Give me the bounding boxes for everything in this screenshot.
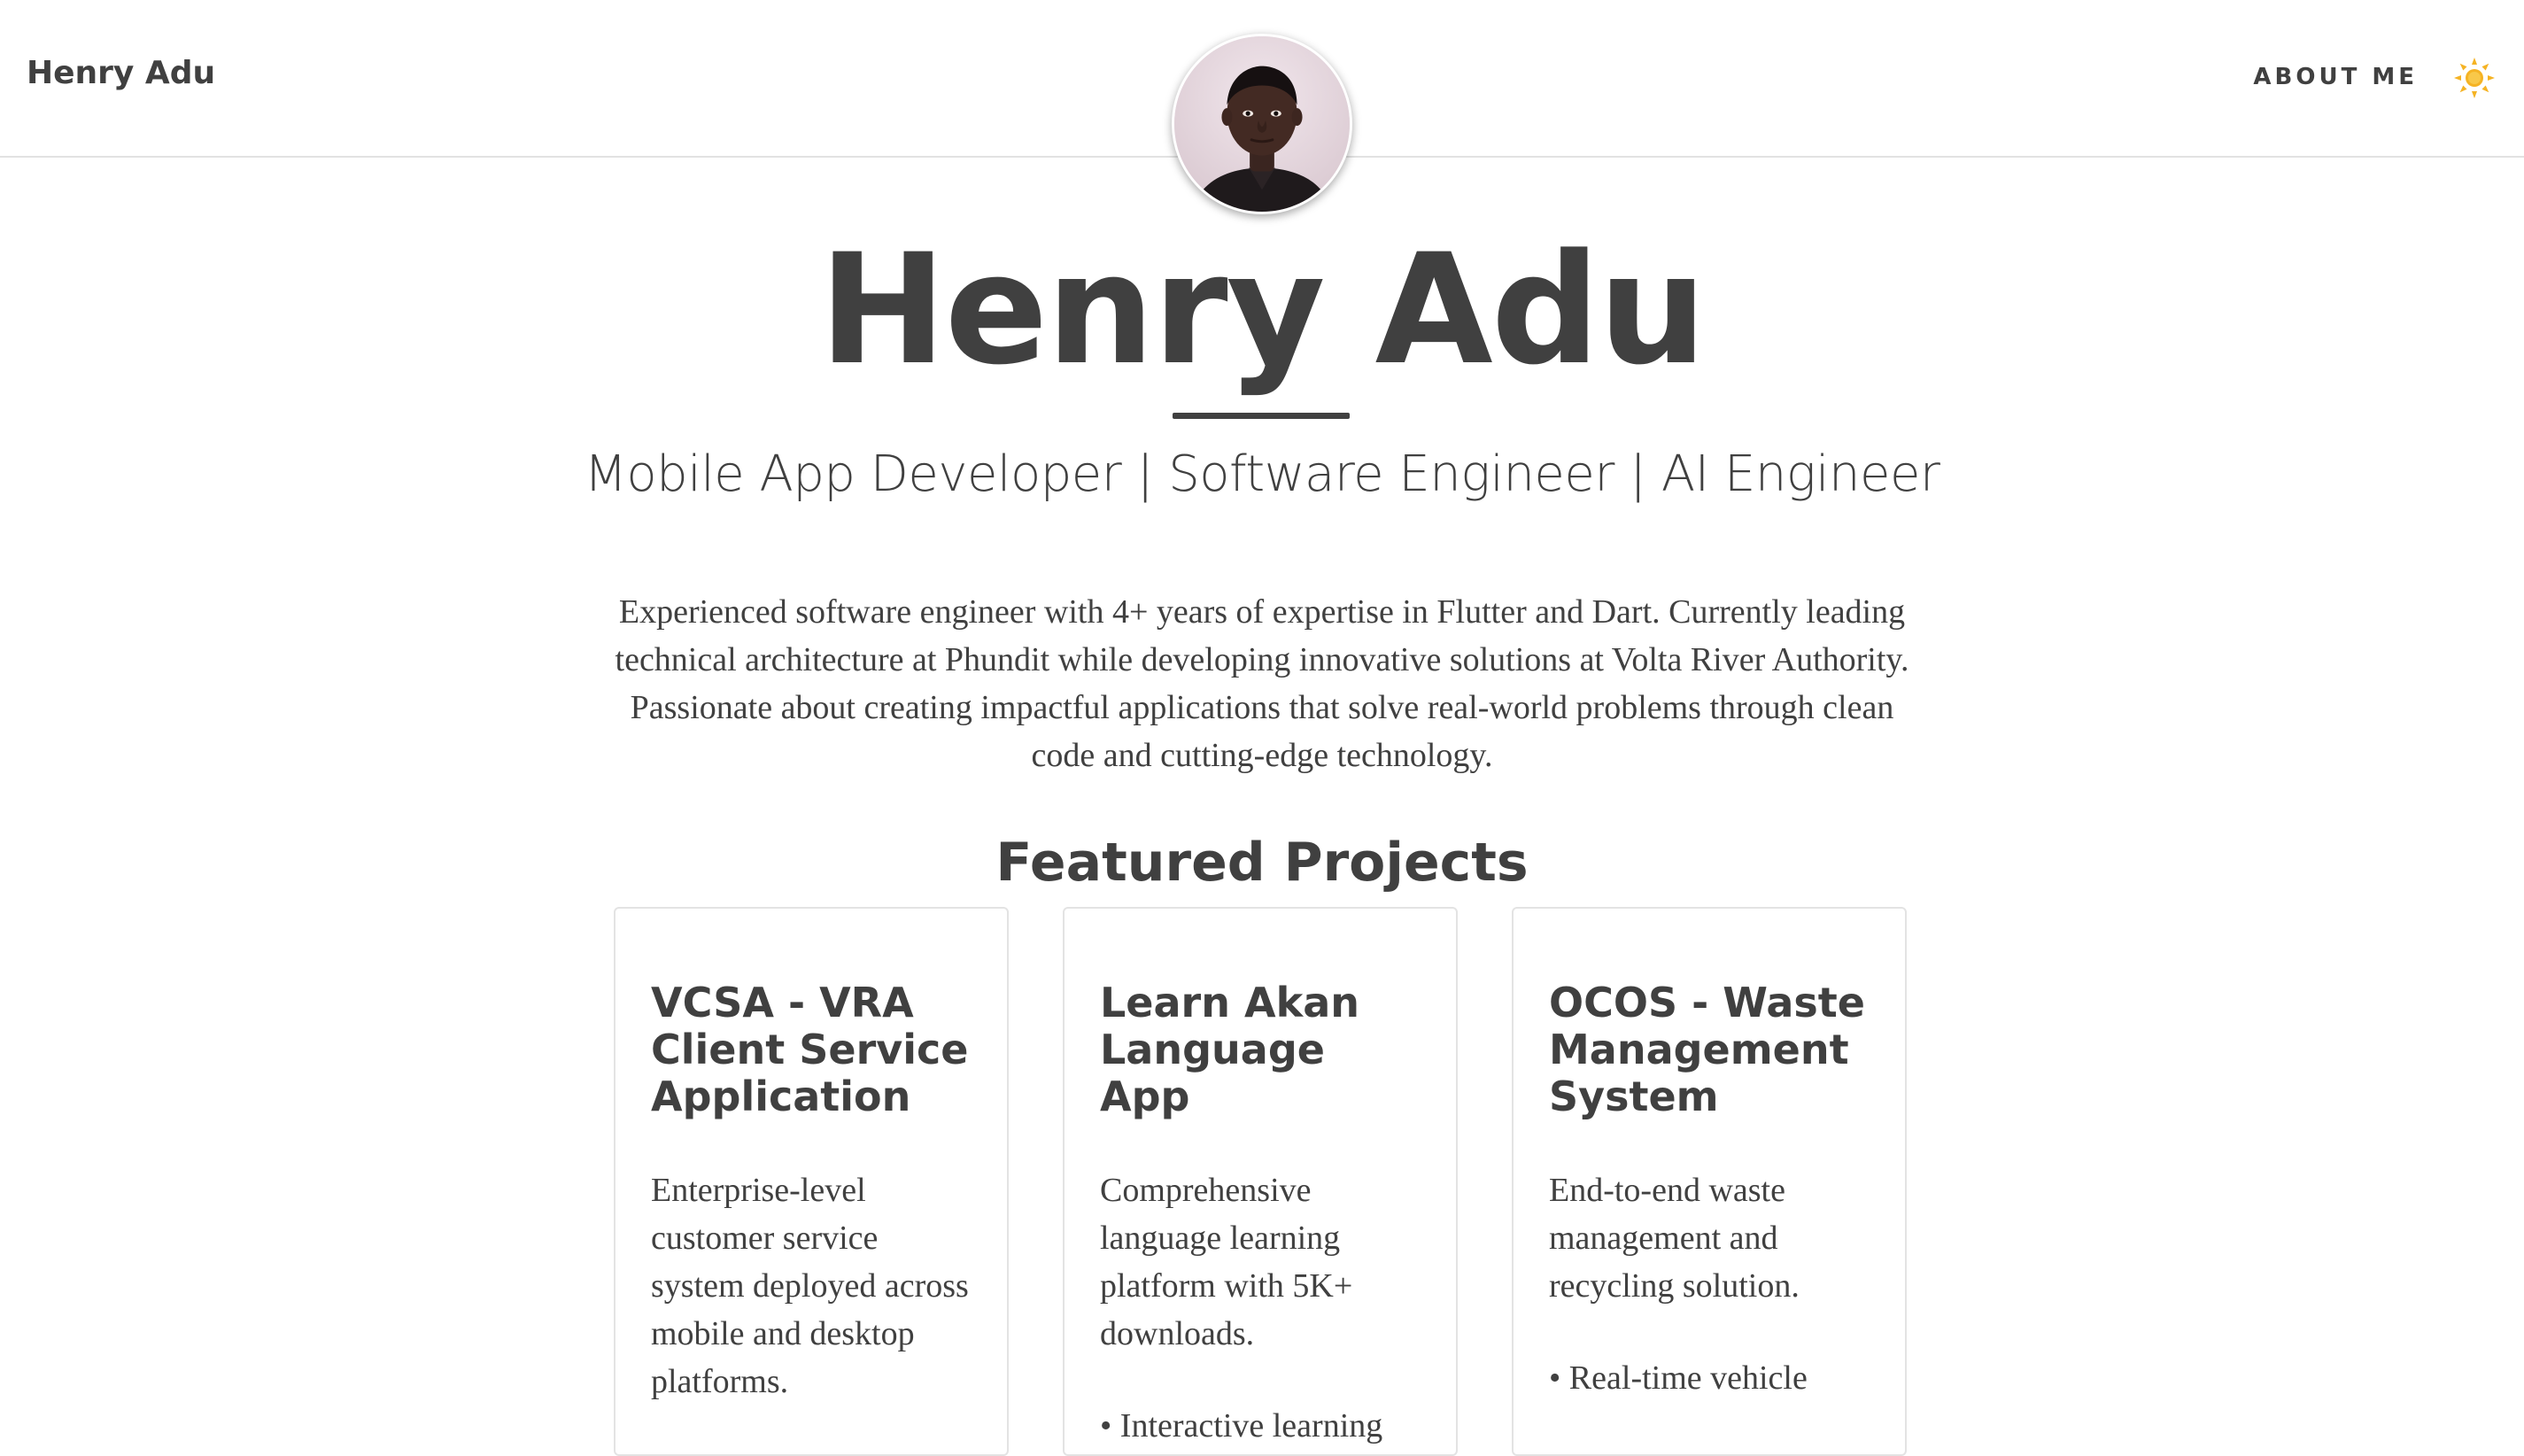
project-title: VCSA - VRA Client Service Application [651, 979, 969, 1120]
profile-photo [1174, 36, 1350, 212]
hero-tagline: Mobile App Developer | Software Engineer… [584, 445, 1940, 503]
hero-bio: Experienced software engineer with 4+ ye… [615, 593, 1909, 774]
project-card[interactable]: VCSA - VRA Client Service Application En… [614, 907, 1009, 1456]
theme-toggle-button[interactable] [2451, 55, 2497, 101]
project-title: Learn Akan Language App [1100, 979, 1359, 1120]
profile-avatar [1172, 34, 1352, 214]
project-card[interactable]: OCOS - Waste Management System End-to-en… [1512, 907, 1907, 1456]
project-description: Comprehensive language learning platform… [1100, 1172, 1353, 1352]
projects-grid: VCSA - VRA Client Service Application En… [614, 907, 1908, 1456]
project-feature: • Interactive learning [1100, 1407, 1383, 1444]
project-description: Enterprise-level customer service system… [651, 1172, 969, 1400]
hero-name: Henry Adu [818, 221, 1707, 399]
project-feature: • Real-time vehicle [1549, 1359, 1808, 1397]
project-title: OCOS - Waste Management System [1549, 979, 1865, 1120]
hero-divider [1173, 413, 1350, 419]
project-card[interactable]: Learn Akan Language App Comprehensive la… [1063, 907, 1458, 1456]
featured-projects-title: Featured Projects [995, 832, 1529, 894]
nav-about-me-link[interactable]: ABOUT ME [2253, 64, 2418, 90]
project-description: End-to-end waste management and recyclin… [1549, 1172, 1800, 1305]
brand-link[interactable]: Henry Adu [27, 55, 215, 91]
sun-icon [2454, 58, 2495, 98]
